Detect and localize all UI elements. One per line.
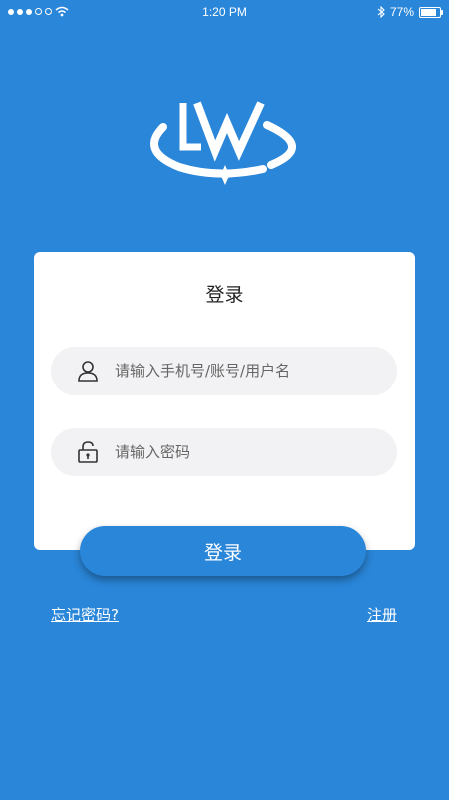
logo-icon — [150, 101, 296, 185]
login-button[interactable]: 登录 — [80, 526, 366, 576]
forgot-password-link[interactable]: 忘记密码? — [51, 604, 119, 625]
card-title: 登录 — [205, 284, 244, 306]
lock-icon — [78, 441, 98, 463]
login-card: 登录 — [34, 252, 415, 550]
battery-icon — [419, 6, 443, 18]
bluetooth-icon — [377, 6, 385, 18]
username-input[interactable] — [113, 361, 357, 381]
username-field[interactable] — [51, 347, 397, 395]
status-right: 77% — [377, 5, 443, 19]
user-icon — [78, 361, 98, 382]
status-bar: 1:20 PM 77% — [0, 0, 449, 26]
register-link[interactable]: 注册 — [367, 604, 397, 625]
battery-percent: 77% — [389, 5, 414, 19]
password-input[interactable] — [113, 442, 357, 462]
password-field[interactable] — [51, 428, 397, 476]
